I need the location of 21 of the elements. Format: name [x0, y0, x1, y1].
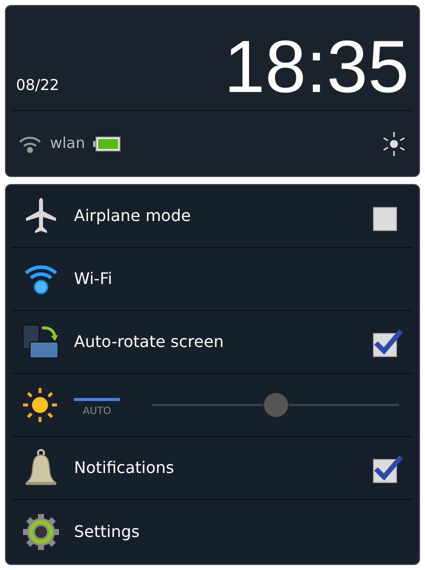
brightness-icon — [381, 130, 407, 156]
bell-icon — [24, 449, 58, 487]
battery-icon — [93, 136, 122, 152]
sun-icon — [22, 387, 58, 423]
setting-label[interactable]: Settings — [74, 520, 403, 544]
setting-label[interactable]: Notifications — [74, 456, 359, 480]
slider-thumb[interactable] — [262, 392, 288, 418]
date-text: 08/22 — [16, 74, 60, 96]
auto-brightness-toggle[interactable]: AUTO — [72, 392, 122, 418]
checkbox[interactable] — [373, 453, 403, 483]
brightness-slider[interactable] — [152, 390, 399, 420]
clock-text: 18:35 — [224, 30, 409, 104]
settings-icon — [22, 512, 60, 550]
airplane-icon — [25, 196, 57, 236]
setting-label[interactable]: Auto-rotate screen — [74, 330, 359, 354]
setting-label[interactable]: Airplane mode — [74, 204, 359, 228]
wifi-icon — [24, 263, 58, 295]
rotate-screen-icon — [22, 324, 60, 360]
checkbox[interactable] — [373, 327, 403, 357]
setting-label[interactable]: Wi-Fi — [74, 267, 403, 291]
network-name: wlan — [50, 133, 86, 154]
